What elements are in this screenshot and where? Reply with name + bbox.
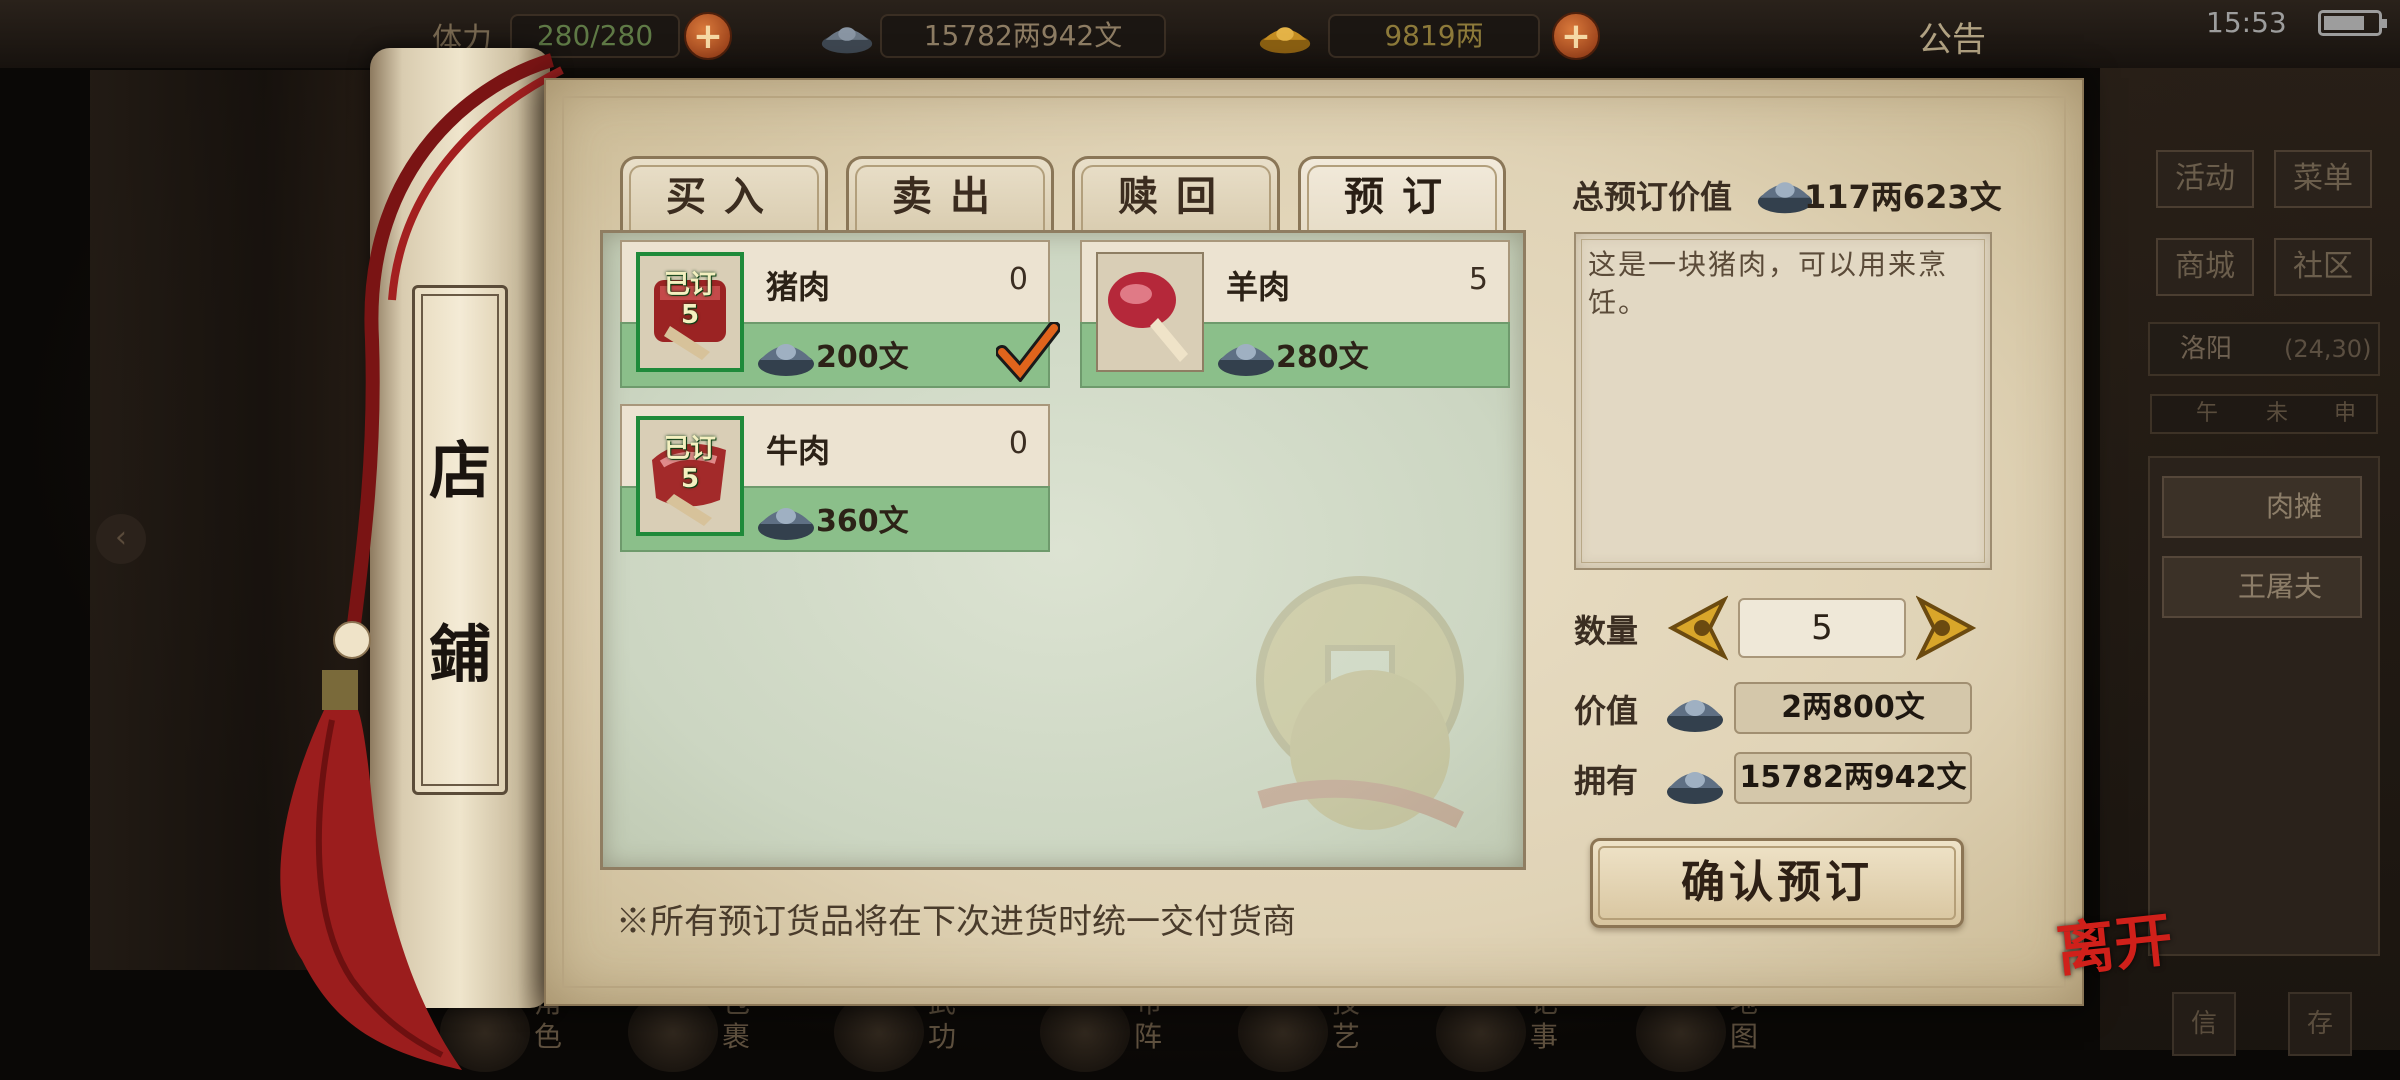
tab-buy[interactable]: 买入 [620,156,828,238]
community-button[interactable]: 社区 [2274,238,2372,296]
order-value: 2两800文 [1734,682,1972,734]
item-count: 0 [1008,262,1028,297]
decrease-quantity-icon[interactable] [1664,592,1728,664]
quantity-label: 数量 [1574,612,1639,650]
item-price: 280文 [1276,340,1369,375]
storage-button[interactable]: 存 [2288,992,2352,1056]
coin-watermark-icon [1256,576,1465,830]
silver-ingot-icon [821,27,873,54]
clock: 15:53 [2206,6,2287,39]
item-price: 360文 [816,504,909,539]
menu-button[interactable]: 菜单 [2274,150,2372,208]
time-scale: 午 未 申 [2150,394,2378,434]
total-preorder-label: 总预订价值 [1572,178,1733,216]
item-thumbnail [1096,252,1204,372]
value-label: 价值 [1574,692,1639,730]
collapse-left-icon[interactable]: ‹ [96,514,146,564]
confirm-preorder-button[interactable]: 确认预订 [1590,838,1964,928]
item-count: 5 [1468,262,1488,297]
tab-preorder[interactable]: 预订 [1298,156,1506,238]
location-coords: (24,30) [2284,335,2372,363]
owned-label: 拥有 [1574,762,1639,800]
silver-ingot-icon [1667,700,1723,732]
battery-icon [2318,10,2387,36]
item-name: 猪肉 [766,268,831,306]
add-gold-button[interactable]: + [1552,12,1600,60]
selected-check-icon [996,322,1060,382]
activity-button[interactable]: 活动 [2156,150,2254,208]
ordered-badge: 已订 5 [640,270,740,330]
tassel-icon [280,670,462,1070]
ordered-label: 已订 [663,270,716,300]
increase-quantity-icon[interactable] [1916,592,1980,664]
tab-sell[interactable]: 卖出 [846,156,1054,238]
ordered-qty: 5 [680,464,700,494]
gold-value: 9819两 [1328,14,1540,58]
mail-button[interactable]: 信 [2172,992,2236,1056]
item-description: 这是一块猪肉，可以用来烹饪。 [1588,248,1949,319]
time-mark: 午 [2196,401,2219,426]
ordered-badge: 已订 5 [640,434,740,494]
item-price: 200文 [816,340,909,375]
ordered-label: 已订 [663,434,716,464]
tab-redeem[interactable]: 赎回 [1072,156,1280,238]
time-mark: 申 [2334,401,2357,426]
list-item[interactable]: 已订 5 牛肉 0 360文 [620,404,1050,552]
gold-ingot-icon [1259,27,1311,54]
leave-button[interactable]: 离开 [2052,892,2176,988]
item-name: 羊肉 [1226,268,1291,306]
time-mark: 未 [2266,401,2289,426]
silver-ingot-icon [1667,772,1723,804]
total-preorder-value: 117两623文 [1804,178,2002,216]
npc-butcher-wang-button[interactable]: 王屠夫 [2162,556,2362,618]
list-item[interactable]: 已订 5 猪肉 0 200文 [620,240,1060,388]
notice-button[interactable]: 公告 [1918,12,1986,61]
silver-ingot-icon [758,508,814,540]
item-count: 0 [1008,426,1028,461]
ordered-qty: 5 [680,300,700,330]
preorder-footnote: ※所有预订货品将在下次进货时统一交付货商 [616,902,1296,942]
owned-value: 15782两942文 [1734,752,1972,804]
add-stamina-button[interactable]: + [684,12,732,60]
silver-ingot-icon [1218,344,1274,376]
quantity-stepper[interactable]: 5 [1738,598,1906,658]
item-name: 牛肉 [766,432,831,470]
list-item[interactable]: 羊肉 5 280文 [1080,240,1510,388]
npc-meat-stall-button[interactable]: 肉摊 [2162,476,2362,538]
mall-button[interactable]: 商城 [2156,238,2254,296]
silver-value: 15782两942文 [880,14,1166,58]
silver-ingot-icon [758,344,814,376]
mutton-icon [1108,272,1188,362]
